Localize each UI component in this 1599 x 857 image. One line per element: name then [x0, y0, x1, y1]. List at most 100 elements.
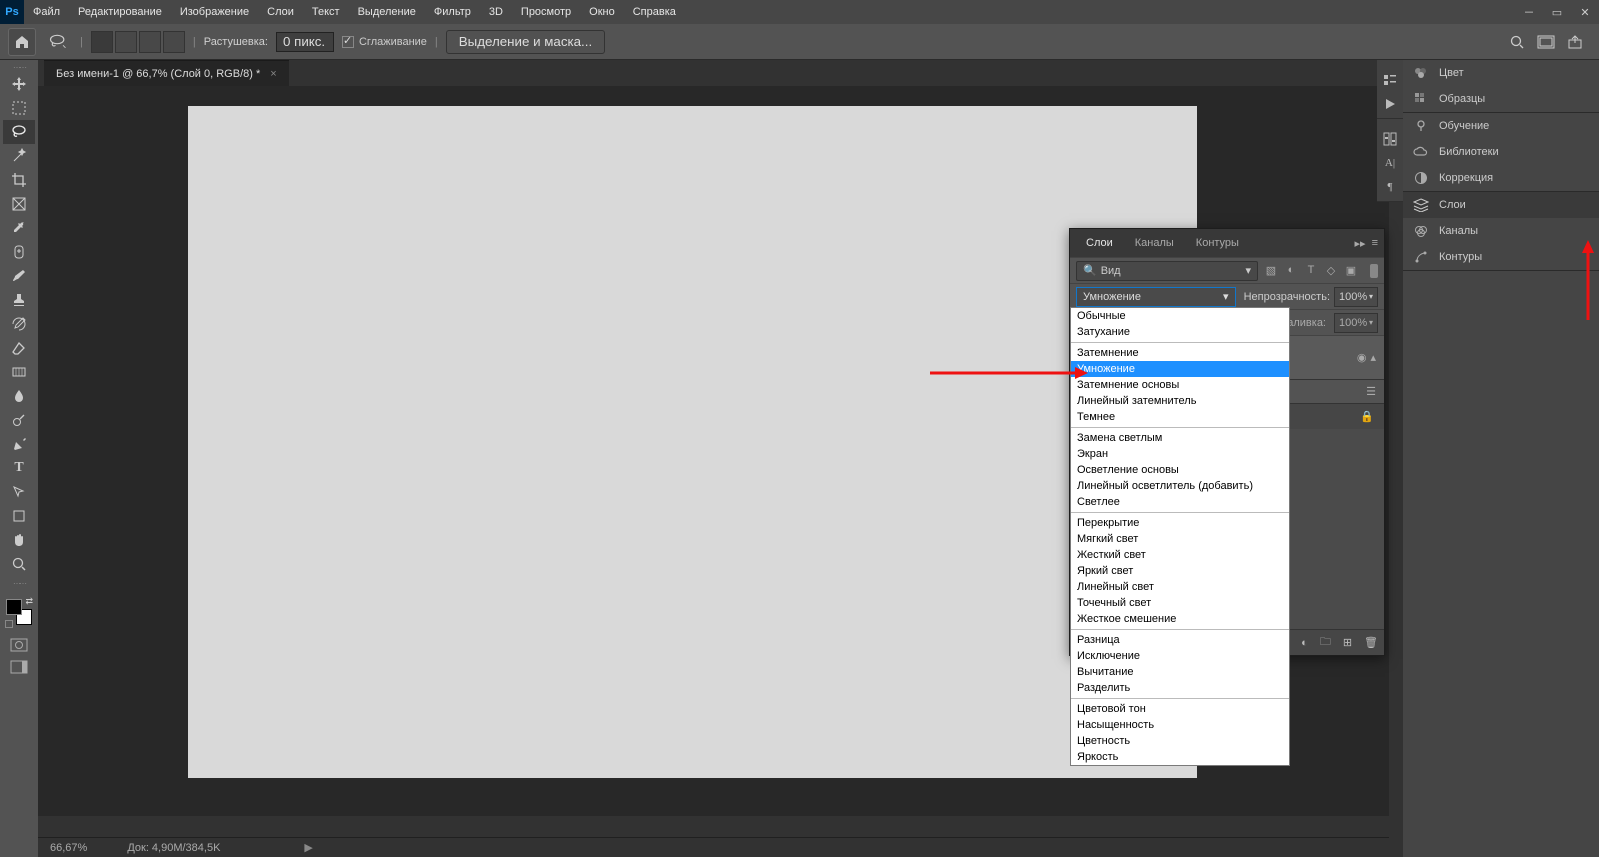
blend-option[interactable]: Линейный затемнитель [1071, 393, 1289, 409]
gradient-tool[interactable] [3, 360, 35, 384]
filter-smart-icon[interactable]: ▣ [1344, 264, 1358, 277]
adjustments-panel[interactable]: Коррекция [1403, 165, 1599, 191]
blend-option[interactable]: Умножение [1071, 361, 1289, 377]
blend-option[interactable]: Затемнение [1071, 345, 1289, 361]
blend-option[interactable]: Перекрытие [1071, 515, 1289, 531]
blend-option[interactable]: Замена светлым [1071, 430, 1289, 446]
selection-add[interactable] [115, 31, 137, 53]
blend-option[interactable]: Мягкий свет [1071, 531, 1289, 547]
feather-input[interactable] [276, 32, 334, 52]
libraries-panel[interactable]: Библиотеки [1403, 139, 1599, 165]
tool-edit-button[interactable] [4, 580, 34, 586]
blend-option[interactable]: Затухание [1071, 324, 1289, 340]
paragraph-panel-icon[interactable]: ¶ [1380, 177, 1400, 197]
menu-файл[interactable]: Файл [24, 0, 69, 24]
antialias-checkbox[interactable]: Сглаживание [342, 36, 427, 48]
eraser-tool[interactable] [3, 336, 35, 360]
zoom-tool[interactable] [3, 552, 35, 576]
minimize-icon[interactable]: － [1515, 0, 1543, 24]
view-mode-icon[interactable] [1537, 35, 1555, 49]
path-select-tool[interactable] [3, 480, 35, 504]
blur-tool[interactable] [3, 384, 35, 408]
blend-option[interactable]: Экран [1071, 446, 1289, 462]
menu-изображение[interactable]: Изображение [171, 0, 258, 24]
menu-редактирование[interactable]: Редактирование [69, 0, 171, 24]
menu-слои[interactable]: Слои [258, 0, 303, 24]
blend-mode-select[interactable]: Умножение▾ [1076, 287, 1236, 307]
filter-toggle[interactable] [1370, 264, 1378, 278]
dodge-tool[interactable] [3, 408, 35, 432]
swatches-panel[interactable]: Образцы [1403, 86, 1599, 112]
fill-value[interactable]: 100%▾ [1334, 313, 1378, 333]
layers-panel-tab[interactable]: Слои [1403, 192, 1599, 218]
filter-shape-icon[interactable]: ◇ [1324, 264, 1338, 277]
paths-panel-tab[interactable]: Контуры [1403, 244, 1599, 270]
zoom-level[interactable]: 66,67% [50, 842, 87, 854]
blend-option[interactable]: Светлее [1071, 494, 1289, 510]
filter-pixel-icon[interactable]: ▧ [1264, 264, 1278, 277]
share-icon[interactable] [1567, 34, 1583, 50]
menu-просмотр[interactable]: Просмотр [512, 0, 580, 24]
maximize-icon[interactable]: ▭ [1543, 0, 1571, 24]
tab-paths[interactable]: Контуры [1186, 229, 1249, 257]
color-panel[interactable]: Цвет [1403, 60, 1599, 86]
hand-tool[interactable] [3, 528, 35, 552]
filter-type-icon[interactable]: T [1304, 264, 1318, 277]
quickmask-button[interactable] [5, 634, 33, 656]
menu-текст[interactable]: Текст [303, 0, 349, 24]
menu-окно[interactable]: Окно [580, 0, 624, 24]
blend-option[interactable]: Затемнение основы [1071, 377, 1289, 393]
frame-tool[interactable] [3, 192, 35, 216]
filter-adjust-icon[interactable]: ◐ [1284, 264, 1298, 277]
blend-option[interactable]: Точечный свет [1071, 595, 1289, 611]
blend-option[interactable]: Разница [1071, 632, 1289, 648]
delete-layer-icon[interactable]: 🗑 [1364, 636, 1378, 649]
blend-option[interactable]: Линейный свет [1071, 579, 1289, 595]
new-layer-icon[interactable]: ⊞ [1343, 636, 1352, 649]
close-tab-icon[interactable]: × [270, 68, 276, 80]
select-mask-button[interactable]: Выделение и маска... [446, 30, 605, 54]
tab-channels[interactable]: Каналы [1125, 229, 1184, 257]
opacity-value[interactable]: 100%▾ [1334, 287, 1378, 307]
blend-option[interactable]: Яркость [1071, 749, 1289, 765]
type-tool[interactable]: T [3, 456, 35, 480]
brush-tool[interactable] [3, 264, 35, 288]
history-brush-tool[interactable] [3, 312, 35, 336]
blend-option[interactable]: Жесткое смешение [1071, 611, 1289, 627]
move-tool[interactable] [3, 72, 35, 96]
selection-intersect[interactable] [163, 31, 185, 53]
close-icon[interactable]: ✕ [1571, 0, 1599, 24]
blend-option[interactable]: Цветность [1071, 733, 1289, 749]
tab-layers[interactable]: Слои [1076, 229, 1123, 257]
menu-справка[interactable]: Справка [624, 0, 685, 24]
layer-filter-kind[interactable]: 🔍Вид▾ [1076, 261, 1258, 281]
properties-panel-icon[interactable] [1380, 129, 1400, 149]
channels-panel-tab[interactable]: Каналы [1403, 218, 1599, 244]
blend-option[interactable]: Яркий свет [1071, 563, 1289, 579]
healing-tool[interactable] [3, 240, 35, 264]
home-button[interactable] [8, 28, 36, 56]
new-group-icon[interactable]: 🗀 [1320, 633, 1331, 652]
fg-color[interactable] [6, 599, 22, 615]
doc-info[interactable]: Док: 4,90M/384,5K [127, 842, 220, 854]
expand-arrow-icon[interactable]: ▴ [1370, 351, 1376, 364]
lasso-tool[interactable] [3, 120, 35, 144]
blend-option[interactable]: Исключение [1071, 648, 1289, 664]
blend-option[interactable]: Цветовой тон [1071, 701, 1289, 717]
magic-wand-tool[interactable] [3, 144, 35, 168]
crop-tool[interactable] [3, 168, 35, 192]
default-colors-icon[interactable] [5, 620, 13, 628]
blend-option[interactable]: Осветление основы [1071, 462, 1289, 478]
drag-handle[interactable] [4, 64, 34, 70]
shape-tool[interactable] [3, 504, 35, 528]
actions-panel-icon[interactable] [1380, 94, 1400, 114]
status-arrow-icon[interactable]: ▶ [304, 841, 312, 854]
menu-3d[interactable]: 3D [480, 0, 512, 24]
selection-new[interactable] [91, 31, 113, 53]
swap-colors-icon[interactable]: ⇄ [25, 596, 33, 607]
menu-фильтр[interactable]: Фильтр [425, 0, 480, 24]
eyedropper-tool[interactable] [3, 216, 35, 240]
learn-panel[interactable]: Обучение [1403, 113, 1599, 139]
selection-subtract[interactable] [139, 31, 161, 53]
pen-tool[interactable] [3, 432, 35, 456]
